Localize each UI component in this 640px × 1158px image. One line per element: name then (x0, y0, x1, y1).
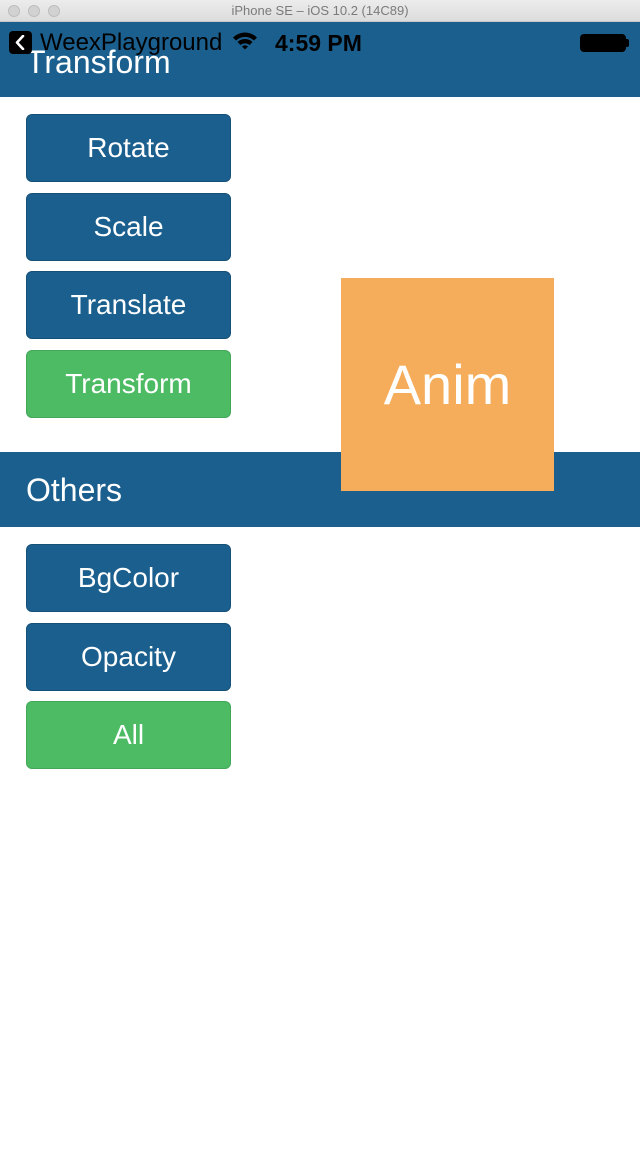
simulator-title: iPhone SE – iOS 10.2 (14C89) (231, 3, 409, 18)
scale-button[interactable]: Scale (26, 193, 231, 261)
status-bar-clock: 4:59 PM (275, 30, 362, 56)
back-to-app-label[interactable]: WeexPlayground (40, 29, 222, 57)
simulator-titlebar: iPhone SE – iOS 10.2 (14C89) (0, 0, 640, 22)
back-icon[interactable] (9, 31, 32, 54)
battery-icon (580, 34, 626, 52)
opacity-button[interactable]: Opacity (26, 623, 231, 691)
anim-box: Anim (341, 278, 554, 491)
transform-button[interactable]: Transform (26, 350, 231, 418)
others-section-title: Others (26, 472, 123, 508)
wifi-icon (232, 31, 258, 56)
battery-tip (626, 39, 629, 47)
translate-button[interactable]: Translate (26, 271, 231, 339)
bgcolor-button[interactable]: BgColor (26, 544, 231, 612)
rotate-button[interactable]: Rotate (26, 114, 231, 182)
all-button[interactable]: All (26, 701, 231, 769)
